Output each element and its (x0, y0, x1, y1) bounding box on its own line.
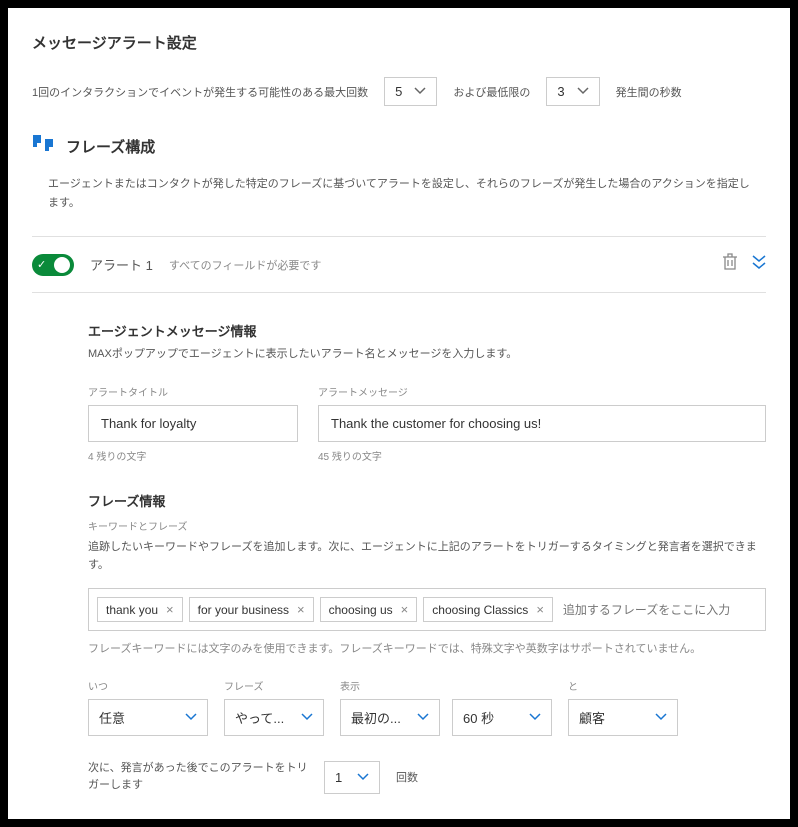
phrase-info-title: フレーズ情報 (88, 491, 766, 510)
chip-label: choosing us (329, 603, 393, 617)
phrase-section-title: フレーズ構成 (66, 136, 155, 157)
phrase-chip: choosing us × (320, 597, 418, 622)
seconds-select[interactable]: 60 秒 (452, 699, 552, 736)
chevron-down-icon (185, 713, 197, 721)
speaker-value: 顧客 (579, 708, 605, 727)
page-title: メッセージアラート設定 (32, 32, 766, 53)
min-select[interactable]: 3 (546, 77, 599, 106)
max-events-value: 5 (395, 84, 402, 99)
chevron-down-icon (655, 713, 667, 721)
phrase-hint: フレーズキーワードには文字のみを使用できます。フレーズキーワードでは、特殊文字や… (88, 641, 766, 658)
trigger-count-value: 1 (335, 770, 342, 785)
phrase-chip: choosing Classics × (423, 597, 553, 622)
alert-header: ✓ アラート 1 すべてのフィールドが必要です (32, 237, 766, 292)
display-value: 最初の... (351, 708, 401, 727)
when-select[interactable]: 任意 (88, 699, 208, 736)
when-value: 任意 (99, 708, 125, 727)
quote-icon (32, 134, 56, 159)
chip-label: thank you (106, 603, 158, 617)
agent-message-title: エージェントメッセージ情報 (88, 321, 766, 340)
keywords-label: キーワードとフレーズ (88, 518, 766, 533)
phrase-section-header: フレーズ構成 (32, 134, 766, 159)
when-label: いつ (88, 678, 208, 693)
phrase-value: やって... (235, 708, 284, 727)
alert-message-remaining: 45 残りの文字 (318, 448, 766, 463)
chip-remove-icon[interactable]: × (297, 602, 305, 617)
speaker-select[interactable]: 顧客 (568, 699, 678, 736)
toggle-knob (54, 257, 70, 273)
chevron-down-icon (414, 86, 426, 98)
chevron-down-icon (301, 713, 313, 721)
chip-input[interactable] (559, 599, 757, 621)
phrase-label: フレーズ (224, 678, 324, 693)
chip-remove-icon[interactable]: × (166, 602, 174, 617)
top-controls: 1回のインタラクションでイベントが発生する可能性のある最大回数 5 および最低限… (32, 77, 766, 106)
chip-container[interactable]: thank you × for your business × choosing… (88, 588, 766, 631)
trigger-label: 次に、発言があった後でこのアラートをトリガーします (88, 760, 308, 795)
trash-icon[interactable] (722, 253, 738, 276)
alert-title-remaining: 4 残りの文字 (88, 448, 298, 463)
trigger-unit: 回数 (396, 769, 418, 785)
alert-title-input[interactable] (88, 405, 298, 442)
check-icon: ✓ (37, 258, 46, 271)
phrase-chip: for your business × (189, 597, 314, 622)
max-events-select[interactable]: 5 (384, 77, 437, 106)
display-select[interactable]: 最初の... (340, 699, 440, 736)
seconds-value: 60 秒 (463, 708, 494, 727)
phrase-select[interactable]: やって... (224, 699, 324, 736)
phrase-section-desc: エージェントまたはコンタクトが発した特定のフレーズに基づいてアラートを設定し、そ… (48, 175, 750, 212)
alert-body: エージェントメッセージ情報 MAXポップアップでエージェントに表示したいアラート… (32, 293, 766, 794)
agent-message-desc: MAXポップアップでエージェントに表示したいアラート名とメッセージを入力します。 (88, 346, 766, 364)
collapse-icon[interactable] (752, 255, 766, 274)
seconds-label: 発生間の秒数 (616, 84, 682, 100)
alert-message-label: アラートメッセージ (318, 384, 766, 399)
min-label: および最低限の (453, 84, 530, 100)
alert-toggle[interactable]: ✓ (32, 254, 74, 276)
chip-label: choosing Classics (432, 603, 528, 617)
chevron-down-icon (417, 713, 429, 721)
max-events-label: 1回のインタラクションでイベントが発生する可能性のある最大回数 (32, 84, 368, 100)
phrase-info-desc: 追跡したいキーワードやフレーズを追加します。次に、エージェントに上記のアラートを… (88, 539, 766, 574)
phrase-chip: thank you × (97, 597, 183, 622)
chevron-down-icon (577, 86, 589, 98)
and-label: と (568, 678, 678, 693)
display-label: 表示 (340, 678, 552, 693)
chevron-down-icon (529, 713, 541, 721)
chip-remove-icon[interactable]: × (401, 602, 409, 617)
trigger-count-select[interactable]: 1 (324, 761, 380, 794)
alert-title-label: アラートタイトル (88, 384, 298, 399)
alert-required-hint: すべてのフィールドが必要です (169, 257, 322, 273)
chevron-down-icon (357, 773, 369, 781)
alert-name: アラート 1 (90, 255, 153, 274)
alert-message-input[interactable] (318, 405, 766, 442)
chip-label: for your business (198, 603, 289, 617)
min-value: 3 (557, 84, 564, 99)
chip-remove-icon[interactable]: × (536, 602, 544, 617)
